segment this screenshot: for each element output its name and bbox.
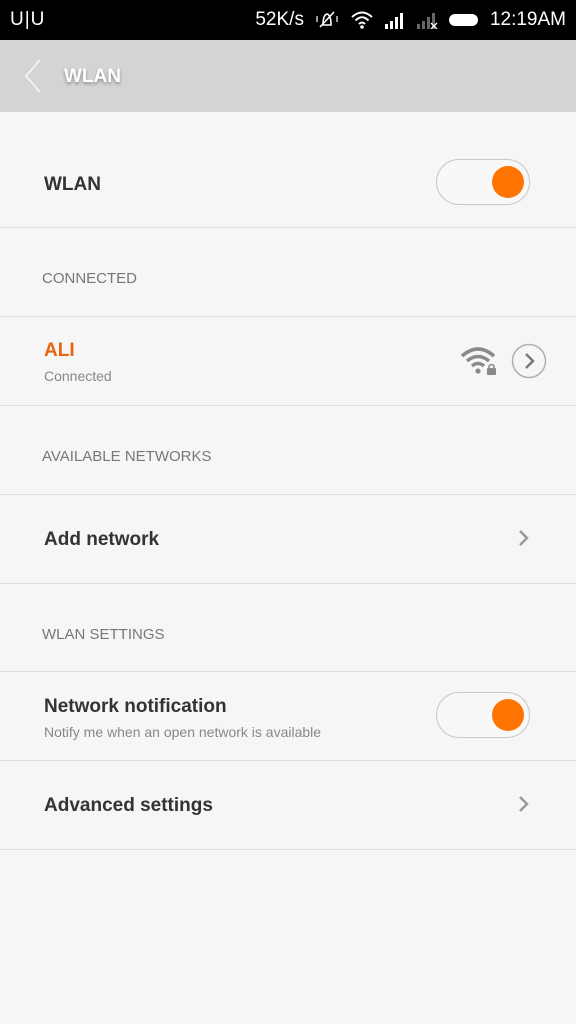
network-notification-toggle[interactable] (436, 692, 530, 738)
connected-network-row[interactable]: ALI Connected (0, 317, 576, 406)
carrier-label: U|U (10, 9, 46, 30)
section-title-connected: CONNECTED (42, 270, 138, 287)
settings-section-header: WLAN SETTINGS (0, 584, 576, 672)
signal-no-service-icon (416, 13, 438, 29)
signal-icon (384, 13, 403, 29)
wifi-locked-icon (460, 347, 496, 375)
network-notification-description: Notify me when an open network is availa… (44, 724, 322, 740)
network-notification-row[interactable]: Network notification Notify me when an o… (0, 672, 576, 761)
back-arrow-icon[interactable] (22, 58, 46, 94)
add-network-row[interactable]: Add network (0, 495, 576, 584)
advanced-settings-row[interactable]: Advanced settings (0, 761, 576, 850)
section-title-settings: WLAN SETTINGS (42, 626, 165, 643)
battery-icon (448, 14, 478, 26)
page-title: WLAN (64, 66, 121, 87)
vibrate-mute-icon (316, 11, 338, 28)
advanced-settings-label: Advanced settings (44, 795, 213, 816)
toggle-knob (492, 166, 524, 198)
clock: 12:19AM (489, 9, 566, 30)
wifi-icon (351, 11, 373, 29)
connected-section-header: CONNECTED (0, 228, 576, 317)
wlan-toggle[interactable] (436, 159, 530, 205)
section-title-available: AVAILABLE NETWORKS (42, 448, 212, 465)
status-bar: U|U 52K/s 12:19AM (0, 0, 576, 40)
network-speed: 52K/s (255, 9, 304, 30)
available-section-header: AVAILABLE NETWORKS (0, 406, 576, 495)
wlan-toggle-row[interactable]: WLAN (0, 112, 576, 228)
network-details-button[interactable] (511, 343, 547, 379)
chevron-right-icon (519, 796, 529, 812)
network-notification-label: Network notification (44, 696, 227, 717)
toggle-knob (492, 699, 524, 731)
network-ssid: ALI (44, 340, 75, 361)
add-network-label: Add network (44, 529, 160, 550)
wlan-label: WLAN (44, 174, 101, 195)
chevron-right-icon (519, 530, 529, 546)
network-status: Connected (44, 368, 112, 384)
